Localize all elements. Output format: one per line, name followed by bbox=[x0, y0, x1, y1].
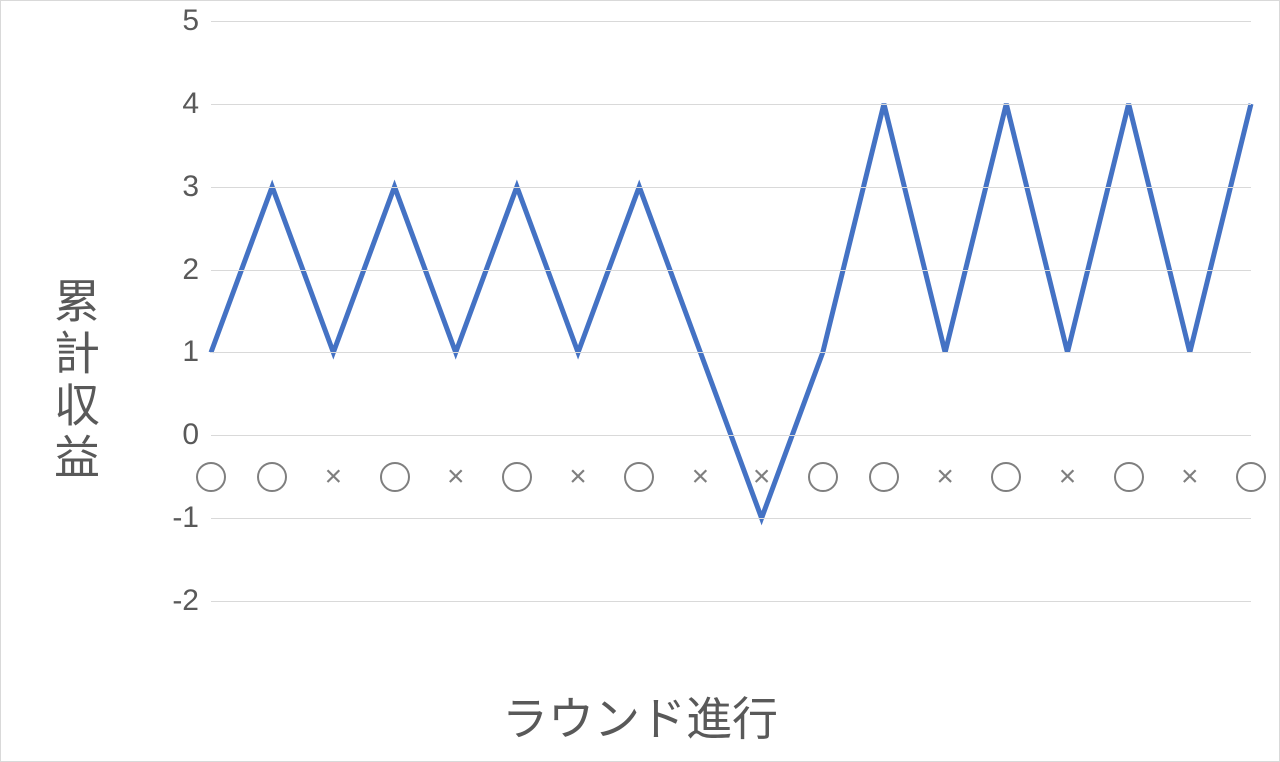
round-result-loss-icon bbox=[753, 462, 771, 492]
chart-container: 累計収益 -2-1012345 ラウンド進行 bbox=[0, 0, 1280, 762]
series-line bbox=[211, 104, 1251, 518]
round-result-win-icon bbox=[257, 462, 287, 492]
gridline bbox=[211, 601, 1251, 602]
round-result-loss-icon bbox=[936, 462, 954, 492]
gridline bbox=[211, 435, 1251, 436]
y-axis-title: 累計収益 bbox=[41, 277, 107, 485]
gridline bbox=[211, 104, 1251, 105]
round-result-loss-icon bbox=[1181, 462, 1199, 492]
round-result-loss-icon bbox=[569, 462, 587, 492]
round-result-loss-icon bbox=[447, 462, 465, 492]
round-result-win-icon bbox=[869, 462, 899, 492]
round-result-win-icon bbox=[624, 462, 654, 492]
gridline bbox=[211, 187, 1251, 188]
gridline bbox=[211, 518, 1251, 519]
round-result-win-icon bbox=[380, 462, 410, 492]
y-tick-label: 2 bbox=[139, 253, 211, 287]
round-result-loss-icon bbox=[1059, 462, 1077, 492]
y-tick-label: 3 bbox=[139, 170, 211, 204]
round-result-win-icon bbox=[196, 462, 226, 492]
gridline bbox=[211, 21, 1251, 22]
plot-area: -2-1012345 bbox=[211, 21, 1251, 601]
round-result-win-icon bbox=[1236, 462, 1266, 492]
y-tick-label: 0 bbox=[139, 418, 211, 452]
round-result-loss-icon bbox=[692, 462, 710, 492]
line-series-layer bbox=[211, 21, 1251, 601]
round-result-loss-icon bbox=[325, 462, 343, 492]
round-result-win-icon bbox=[808, 462, 838, 492]
y-tick-label: -1 bbox=[139, 501, 211, 535]
round-result-win-icon bbox=[1114, 462, 1144, 492]
y-tick-label: 5 bbox=[139, 4, 211, 38]
round-result-win-icon bbox=[502, 462, 532, 492]
x-axis-title: ラウンド進行 bbox=[120, 683, 1160, 749]
round-result-win-icon bbox=[991, 462, 1021, 492]
y-tick-label: 4 bbox=[139, 87, 211, 121]
gridline bbox=[211, 270, 1251, 271]
gridline bbox=[211, 352, 1251, 353]
y-tick-label: 1 bbox=[139, 335, 211, 369]
y-tick-label: -2 bbox=[139, 584, 211, 618]
